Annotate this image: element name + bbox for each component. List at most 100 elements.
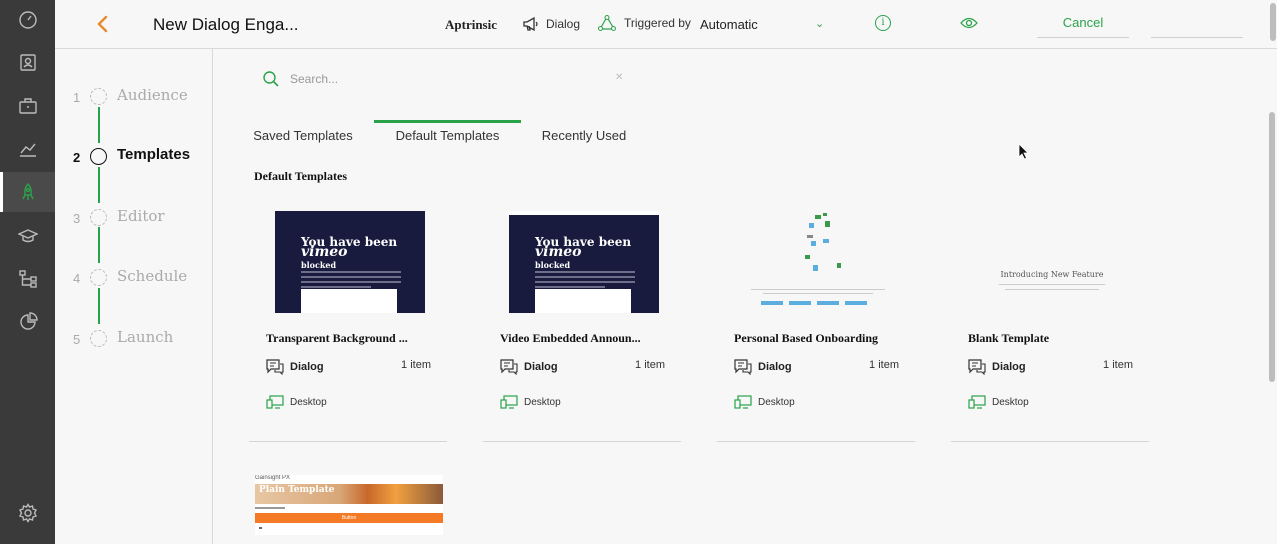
- template-thumbnail: [743, 211, 893, 313]
- template-type: Dialog: [968, 359, 1026, 375]
- flows-icon[interactable]: [0, 259, 55, 299]
- info-icon[interactable]: i: [875, 15, 891, 31]
- template-card-plain[interactable]: Gainsight PX Plain Template Button: [255, 475, 443, 535]
- thumb-line: [1005, 289, 1099, 290]
- step-label: Templates: [117, 146, 191, 163]
- template-name: Blank Template: [968, 331, 1050, 345]
- step-label: Schedule: [117, 267, 188, 285]
- thumb-box: [535, 289, 631, 313]
- trigger-icon: [598, 15, 616, 31]
- step-label: Launch: [117, 328, 174, 346]
- section-title: Default Templates: [254, 169, 347, 183]
- step-number: 1: [73, 90, 81, 105]
- analytics-icon[interactable]: [0, 129, 55, 169]
- template-platform-label: Desktop: [758, 396, 795, 408]
- step-label: Audience: [117, 86, 188, 104]
- thumb-topbar: [509, 211, 659, 215]
- dashboard-icon[interactable]: [0, 0, 55, 40]
- desktop-icon: [500, 395, 518, 409]
- thumb-text: vimeo: [301, 244, 348, 260]
- desktop-icon: [266, 395, 284, 409]
- template-platform-label: Desktop: [290, 396, 327, 408]
- thumb-text: blocked: [301, 260, 337, 270]
- step-label: Editor: [117, 207, 165, 225]
- back-arrow-icon[interactable]: [93, 14, 113, 34]
- template-name: Video Embedded Announ...: [500, 331, 641, 345]
- stepper-line: [98, 167, 100, 203]
- save-button[interactable]: [1151, 10, 1243, 38]
- template-card[interactable]: Personal Based Onboarding Dialog 1 item …: [717, 200, 915, 442]
- learning-icon[interactable]: [0, 216, 55, 256]
- product-name: Aptrinsic: [445, 17, 497, 32]
- megaphone-icon: [523, 16, 538, 32]
- desktop-icon: [734, 395, 752, 409]
- step-number: 3: [73, 211, 81, 226]
- thumb-text: Introducing New Feature: [1000, 270, 1104, 279]
- template-name: Personal Based Onboarding: [734, 331, 879, 345]
- thumb-box: [301, 289, 397, 313]
- contacts-icon[interactable]: [0, 42, 55, 82]
- step-templates[interactable]: 2 Templates: [55, 145, 213, 169]
- clear-search-icon[interactable]: ✕: [615, 72, 623, 83]
- dialog-icon: [734, 359, 752, 375]
- template-search: ✕: [262, 70, 624, 90]
- step-number: 2: [73, 150, 81, 165]
- reports-icon[interactable]: [0, 302, 55, 342]
- template-type-label: Dialog: [992, 361, 1026, 373]
- thumb-button: Button: [255, 513, 443, 523]
- step-number: 5: [73, 332, 81, 347]
- tab-default-templates[interactable]: Default Templates: [374, 120, 521, 150]
- step-schedule[interactable]: 4 Schedule: [55, 266, 213, 290]
- tab-recently-used[interactable]: Recently Used: [531, 120, 637, 150]
- template-type: Dialog: [500, 359, 558, 375]
- thumb-dot: [259, 527, 262, 529]
- template-thumbnail: Introducing New Feature: [977, 211, 1127, 313]
- cancel-button[interactable]: Cancel: [1037, 10, 1129, 38]
- engagement-type: Dialog: [522, 16, 580, 32]
- onboarding-illustration: [751, 213, 885, 305]
- dialog-icon: [500, 359, 518, 375]
- thumb-text: vimeo: [535, 244, 582, 260]
- thumb-line: [255, 507, 285, 509]
- step-editor[interactable]: 3 Editor: [55, 206, 213, 230]
- template-thumbnail: You have been vimeo blocked: [509, 211, 659, 313]
- search-icon: [263, 71, 279, 87]
- trigger-select[interactable]: Automatic: [700, 17, 758, 32]
- template-platform: Desktop: [968, 395, 1029, 409]
- template-platform-label: Desktop: [992, 396, 1029, 408]
- step-launch[interactable]: 5 Launch: [55, 327, 213, 351]
- step-number: 4: [73, 271, 81, 286]
- template-card[interactable]: You have been vimeo blocked Transparent …: [249, 200, 447, 442]
- engagement-type-label: Dialog: [546, 17, 581, 31]
- step-audience[interactable]: 1 Audience: [55, 85, 213, 109]
- briefcase-icon[interactable]: [0, 86, 55, 126]
- stepper-line: [98, 227, 100, 263]
- thumb-lines: [301, 271, 401, 291]
- stepper-line: [98, 288, 100, 324]
- template-platform-label: Desktop: [524, 396, 561, 408]
- template-card[interactable]: You have been vimeo blocked Video Embedd…: [483, 200, 681, 442]
- template-type: Dialog: [734, 359, 792, 375]
- content-scrollbar[interactable]: [1268, 112, 1277, 382]
- top-scrollbar[interactable]: [1270, 0, 1277, 45]
- chevron-down-icon[interactable]: ⌄: [815, 17, 824, 30]
- engagements-icon[interactable]: [0, 172, 55, 212]
- template-platform: Desktop: [500, 395, 561, 409]
- thumb-text: blocked: [535, 260, 571, 270]
- mouse-cursor-icon: [1018, 143, 1029, 160]
- template-platform: Desktop: [266, 395, 327, 409]
- settings-icon[interactable]: [0, 493, 55, 533]
- search-input[interactable]: [290, 70, 610, 88]
- template-count: 1 item: [1103, 359, 1133, 371]
- tab-saved-templates[interactable]: Saved Templates: [240, 120, 366, 150]
- step-dot: [90, 209, 107, 226]
- step-dot: [90, 269, 107, 286]
- template-card[interactable]: Introducing New Feature Blank Template D…: [951, 200, 1149, 442]
- thumb-line: [999, 284, 1105, 285]
- left-nav-rail: [0, 0, 55, 544]
- stepper-line: [98, 107, 100, 143]
- template-name: Transparent Background ...: [266, 331, 408, 345]
- thumb-title: Plain Template: [259, 485, 335, 495]
- engagement-title[interactable]: New Dialog Enga...: [153, 15, 299, 35]
- preview-eye-icon[interactable]: [960, 16, 978, 30]
